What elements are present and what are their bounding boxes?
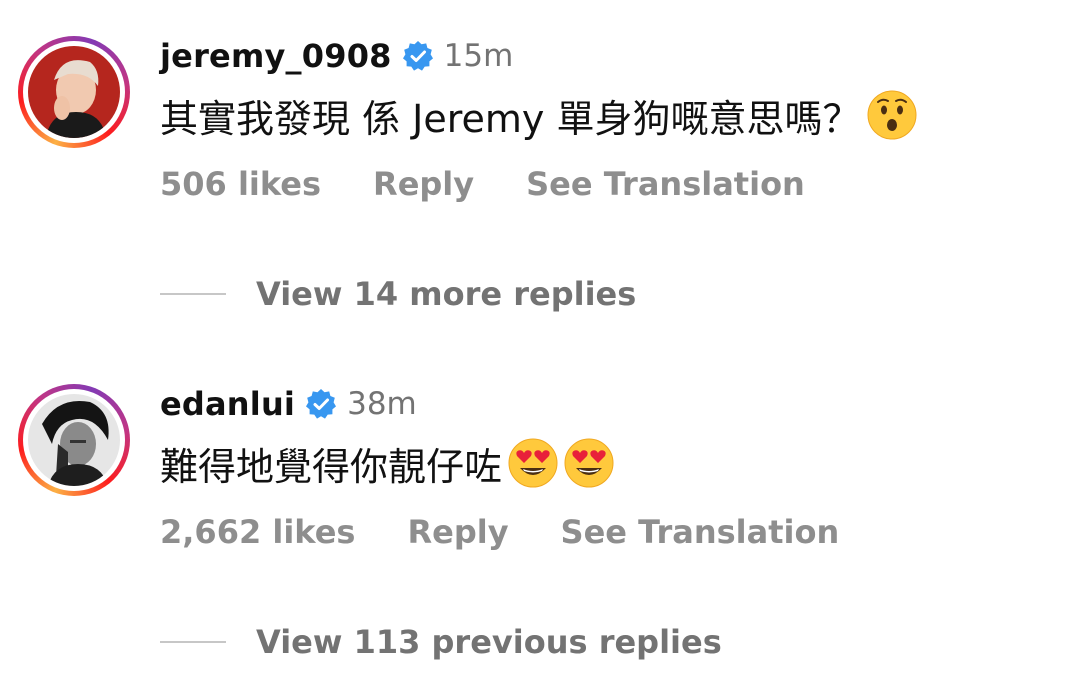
username[interactable]: edanlui [160, 385, 295, 423]
reply-button[interactable]: Reply [373, 165, 474, 203]
heart-eyes-face-icon [508, 438, 558, 488]
view-replies-button[interactable]: View 14 more replies [160, 271, 636, 317]
comment-item: jeremy_0908 15m 其實我發現 係 Jeremy 單身狗嘅意思嗎？ … [0, 0, 1072, 340]
avatar [28, 46, 120, 138]
see-translation-button[interactable]: See Translation [561, 513, 840, 551]
avatar-photo-icon [28, 394, 120, 486]
replies-divider [160, 293, 226, 295]
comment-item: edanlui 38m 難得地覺得你靚仔咗 2,662 likes Reply … [0, 340, 1072, 679]
verified-badge-icon [306, 389, 337, 419]
view-replies-label: View 14 more replies [256, 275, 637, 313]
replies-divider [160, 641, 226, 643]
hushed-face-icon [867, 90, 916, 140]
comment-text: 難得地覺得你靚仔咗 [160, 444, 503, 489]
reply-button[interactable]: Reply [407, 513, 508, 551]
heart-eyes-face-icon [564, 438, 614, 488]
avatar-story-ring[interactable] [18, 384, 130, 496]
timestamp: 38m [347, 386, 417, 422]
username[interactable]: jeremy_0908 [160, 37, 392, 75]
view-replies-button[interactable]: View 113 previous replies [160, 619, 722, 665]
view-replies-label: View 113 previous replies [256, 623, 722, 661]
timestamp: 15m [443, 38, 514, 74]
avatar-story-ring[interactable] [18, 36, 130, 148]
comment-text: 其實我發現 係 Jeremy 單身狗嘅意思嗎？ [160, 96, 861, 141]
see-translation-button[interactable]: See Translation [526, 165, 805, 203]
avatar-photo-icon [28, 46, 120, 138]
verified-badge-icon [402, 41, 433, 71]
likes-count[interactable]: 506 likes [160, 165, 321, 203]
comments-thread: jeremy_0908 15m 其實我發現 係 Jeremy 單身狗嘅意思嗎？ … [0, 0, 1072, 679]
likes-count[interactable]: 2,662 likes [160, 513, 355, 551]
avatar [28, 394, 120, 486]
